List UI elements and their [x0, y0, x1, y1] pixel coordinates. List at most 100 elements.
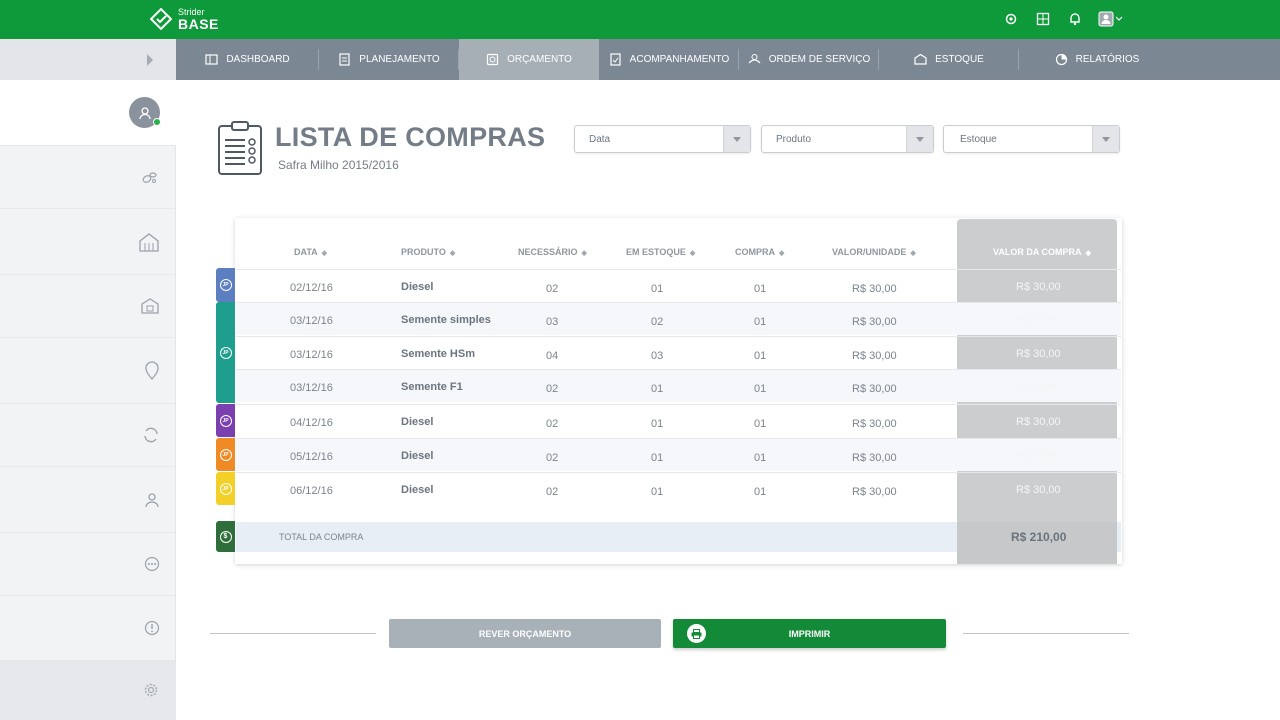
cell-date: 03/12/16 [290, 315, 333, 327]
product-group-icon: JP [219, 448, 232, 461]
column-header-purchase-value[interactable]: VALOR DA COMPRA ◆ [993, 247, 1091, 257]
divider-right [963, 633, 1129, 634]
cell-needed: 02 [546, 383, 559, 395]
cell-purchase: 01 [754, 486, 767, 498]
planning-icon [339, 53, 350, 66]
tab-label: PLANEJAMENTO [359, 54, 440, 65]
tab-label: ORÇAMENTO [507, 54, 572, 65]
cell-needed: 03 [546, 316, 559, 328]
chevron-down-icon[interactable] [906, 126, 933, 152]
table-row[interactable] [236, 438, 1121, 471]
group-tag[interactable]: JP [216, 302, 235, 403]
clipboard-list-icon [218, 121, 262, 175]
cell-purchase-value: R$ 30,00 [1016, 314, 1061, 326]
grid-icon[interactable] [1034, 10, 1052, 28]
table-row[interactable] [236, 369, 1121, 402]
tab-label: ORDEM DE SERVIÇO [768, 54, 871, 65]
page-title: LISTA DE COMPRAS [275, 122, 546, 152]
cell-date: 02/12/16 [290, 282, 333, 294]
sidebar-item-profile[interactable] [0, 80, 176, 146]
bell-icon[interactable] [1066, 10, 1084, 28]
column-header-unit-value[interactable]: VALOR/UNIDADE ◆ [832, 247, 916, 257]
seeds-icon [142, 172, 157, 183]
sidebar-item-seeds[interactable] [0, 146, 176, 209]
app-logo[interactable]: Strider BASE [150, 4, 219, 34]
sidebar [0, 39, 176, 720]
dollar-icon: $ [219, 530, 232, 543]
group-tag[interactable]: JP [216, 404, 235, 437]
barn-icon [139, 232, 159, 252]
tab-orcamento[interactable]: ORÇAMENTO [459, 39, 599, 80]
column-header-in-stock[interactable]: EM ESTOQUE ◆ [626, 247, 695, 257]
info-icon [144, 620, 160, 636]
cell-unit-value: R$ 30,00 [852, 283, 897, 295]
table-row[interactable] [236, 404, 1121, 437]
group-tag[interactable]: JP [216, 438, 235, 471]
cell-in-stock: 02 [651, 316, 664, 328]
cell-product: Diesel [401, 484, 434, 496]
cell-product: Diesel [401, 416, 434, 428]
stock-filter-dropdown[interactable]: Estoque [943, 125, 1120, 153]
settings-icon[interactable] [1002, 10, 1020, 28]
column-header-purchase[interactable]: COMPRA ◆ [735, 247, 784, 257]
cell-purchase: 01 [754, 383, 767, 395]
sort-icon: ◆ [1085, 250, 1091, 257]
product-filter-dropdown[interactable]: Produto [761, 125, 934, 153]
group-tag[interactable]: JP [216, 472, 235, 505]
group-tag[interactable]: JP [216, 268, 235, 302]
column-header-product[interactable]: PRODUTO ◆ [401, 247, 455, 257]
service-order-icon [748, 54, 761, 64]
product-group-icon: JP [219, 414, 232, 427]
table-row[interactable] [236, 302, 1121, 335]
table-row[interactable] [236, 472, 1121, 505]
sidebar-settings[interactable] [0, 660, 176, 720]
more-icon [144, 556, 160, 572]
tab-label: RELATÓRIOS [1075, 54, 1140, 65]
sidebar-item-info[interactable] [0, 596, 176, 660]
cell-purchase-value: R$ 30,00 [1016, 381, 1061, 393]
product-group-icon: JP [219, 482, 232, 495]
tracking-icon [610, 53, 621, 66]
date-filter-dropdown[interactable]: Data [574, 125, 751, 153]
tab-dashboard[interactable]: DASHBOARD [176, 39, 319, 80]
cell-needed: 02 [546, 486, 559, 498]
user-icon [145, 492, 159, 507]
table-row[interactable] [236, 336, 1121, 369]
online-status-dot [153, 118, 161, 126]
column-header-needed[interactable]: NECESSÁRIO ◆ [518, 247, 587, 257]
cell-product: Semente HSm [401, 348, 475, 360]
tab-planejamento[interactable]: PLANEJAMENTO [319, 39, 459, 80]
sidebar-item-user[interactable] [0, 467, 176, 533]
cell-product: Diesel [401, 450, 434, 462]
column-header-date[interactable]: DATA ◆ [294, 247, 327, 257]
sort-icon: ◆ [449, 250, 456, 257]
sidebar-item-barn[interactable] [0, 209, 176, 275]
cell-unit-value: R$ 30,00 [852, 383, 897, 395]
cell-purchase: 01 [754, 283, 767, 295]
cell-date: 05/12/16 [290, 451, 333, 463]
user-menu-icon[interactable] [1098, 10, 1124, 28]
sort-icon: ◆ [689, 250, 696, 257]
sidebar-item-warehouse[interactable] [0, 275, 176, 338]
product-group-icon: JP [219, 279, 232, 291]
sidebar-toggle[interactable] [0, 39, 175, 80]
review-budget-button[interactable]: REVER ORÇAMENTO [389, 619, 661, 648]
chevron-down-icon[interactable] [1092, 126, 1119, 152]
cell-unit-value: R$ 30,00 [852, 316, 897, 328]
sidebar-item-location[interactable] [0, 338, 176, 404]
tab-relatorios[interactable]: RELATÓRIOS [1019, 39, 1175, 80]
cell-date: 04/12/16 [290, 417, 333, 429]
tab-estoque[interactable]: ESTOQUE [879, 39, 1019, 80]
sync-icon [144, 427, 158, 443]
chevron-down-icon[interactable] [723, 126, 750, 152]
print-button[interactable]: IMPRIMIR [673, 619, 946, 648]
total-value: R$ 210,00 [1011, 530, 1067, 544]
tab-ordem-de-servico[interactable]: ORDEM DE SERVIÇO [739, 39, 879, 80]
table-row[interactable] [236, 269, 1121, 302]
product-group-icon: JP [219, 346, 232, 359]
tab-acompanhamento[interactable]: ACOMPANHAMENTO [599, 39, 739, 80]
cell-product: Diesel [401, 281, 434, 293]
sidebar-item-sync[interactable] [0, 404, 176, 467]
sidebar-item-more[interactable] [0, 533, 176, 596]
cell-product: Semente simples [401, 314, 491, 326]
